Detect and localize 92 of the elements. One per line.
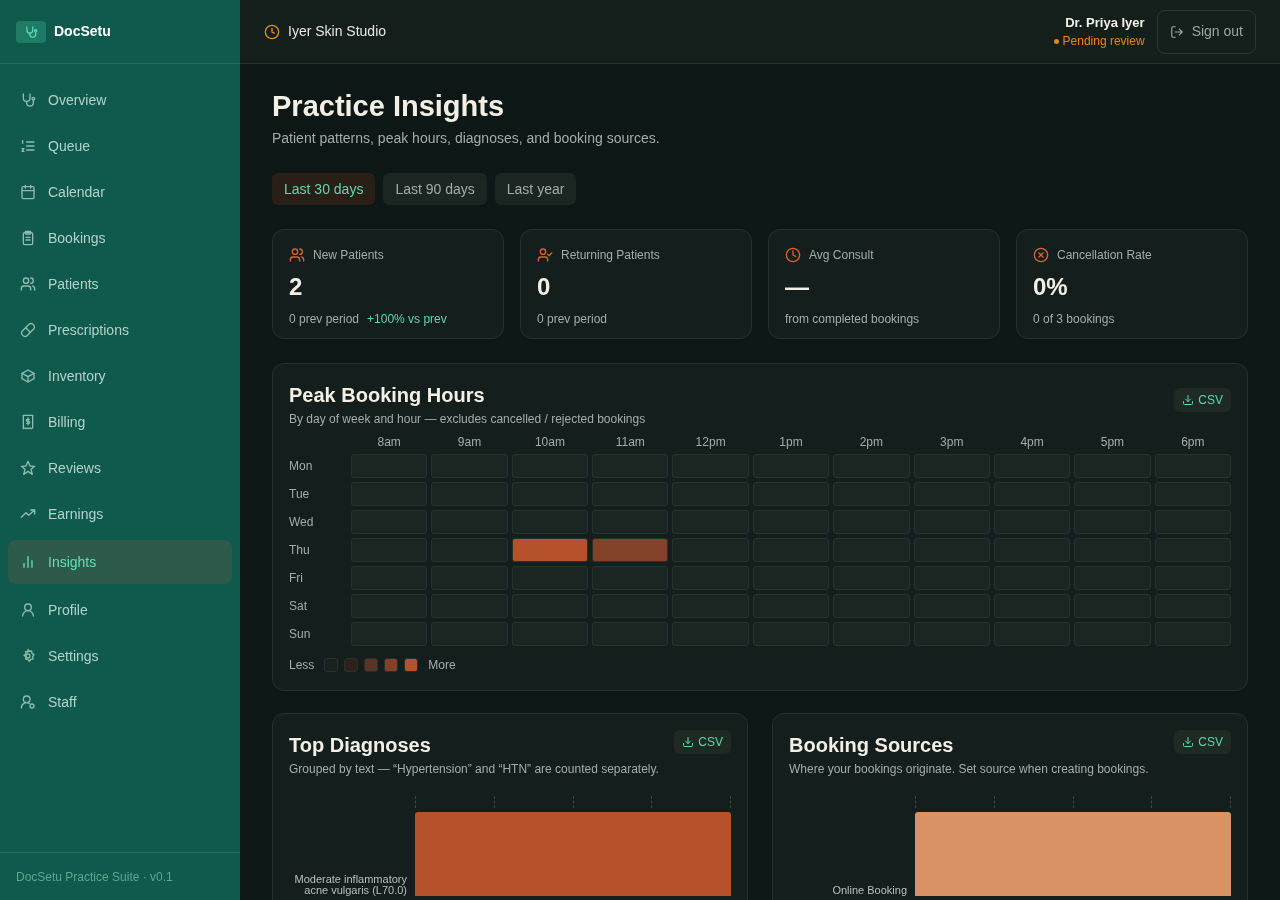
user-icon <box>20 602 36 618</box>
stat-note: 0 prev period <box>537 311 608 328</box>
stat-value: — <box>785 272 810 302</box>
nav-item[interactable]: Insights <box>8 540 232 584</box>
user-check-icon <box>537 247 553 263</box>
nav-item[interactable]: Profile <box>8 590 232 630</box>
stat-label: Avg Consult <box>809 247 874 264</box>
legend-label: Less <box>289 657 315 674</box>
day-label: Fri <box>289 570 304 587</box>
csv-download-button[interactable]: CSV <box>674 730 731 754</box>
user-settings-icon <box>20 694 36 710</box>
hour-label: 4pm <box>1019 434 1045 450</box>
range-tab[interactable]: Last 30 days <box>272 173 376 205</box>
users-icon <box>20 276 36 292</box>
nav-item[interactable]: Bookings <box>8 218 232 258</box>
download-icon <box>1182 736 1195 748</box>
card-subtitle: Where your bookings originate. Set source when creating bookings. <box>789 761 1149 778</box>
nav-item[interactable]: Calendar <box>8 172 232 212</box>
page-title: Practice Insights <box>272 89 506 124</box>
stat-note: 0 prev period <box>289 311 360 328</box>
stat-note: from completed bookings <box>785 311 920 328</box>
stat-delta: +100% vs prev <box>367 311 447 328</box>
nav-item[interactable]: Reviews <box>8 448 232 488</box>
pill-icon <box>20 322 36 338</box>
range-tab[interactable]: Last year <box>494 173 577 205</box>
hour-label: 10am <box>533 434 566 450</box>
card-title: Top Diagnoses <box>289 733 432 758</box>
card-title: Peak Booking Hours <box>289 383 486 408</box>
sign-out-icon <box>1169 24 1184 39</box>
day-label: Tue <box>289 486 311 503</box>
nav-item[interactable]: Queue <box>8 126 232 166</box>
stat-note: 0 of 3 bookings <box>1033 311 1115 328</box>
receipt-icon <box>20 414 36 430</box>
stat-value: 2 <box>289 272 304 302</box>
nav-item[interactable]: Inventory <box>8 356 232 396</box>
box-icon <box>20 368 36 384</box>
status-text: Pending review <box>1062 33 1145 51</box>
hour-label: 11am <box>614 434 646 450</box>
clock-icon <box>785 247 801 263</box>
version-text: DocSetu Practice Suite · v0.1 <box>16 868 173 886</box>
hour-label: 3pm <box>939 434 965 450</box>
hour-label: 12pm <box>694 434 727 450</box>
x-circle-icon <box>1033 247 1049 263</box>
legend-label: More <box>428 657 456 674</box>
nav-item[interactable]: Earnings <box>8 494 232 534</box>
stat-label: Cancellation Rate <box>1057 247 1152 264</box>
bar-chart-icon <box>20 554 36 570</box>
csv-download-button[interactable]: CSV <box>1174 388 1231 412</box>
user-name: Dr. Priya Iyer <box>1065 13 1145 32</box>
clinic-name: Iyer Skin Studio <box>288 22 387 41</box>
day-label: Sat <box>289 598 308 615</box>
range-tab[interactable]: Last 90 days <box>383 173 487 205</box>
nav-item[interactable]: Patients <box>8 264 232 304</box>
stat-value: 0 <box>537 272 552 302</box>
hour-label: 8am <box>376 434 402 450</box>
hour-label: 2pm <box>858 434 884 450</box>
clipboard-icon <box>20 230 36 246</box>
hour-label: 6pm <box>1180 434 1206 450</box>
numbered-list-icon <box>20 138 36 154</box>
stat-label: New Patients <box>313 247 384 264</box>
sign-out-button[interactable]: Sign out <box>1156 9 1256 54</box>
card-title: Booking Sources <box>789 733 955 758</box>
nav-item[interactable]: Staff <box>8 682 232 722</box>
hour-label: 1pm <box>778 434 804 450</box>
download-icon <box>1182 394 1195 406</box>
day-label: Sun <box>289 626 312 643</box>
users-icon <box>289 247 305 263</box>
clock-icon <box>264 23 280 40</box>
nav-item[interactable]: Settings <box>8 636 232 676</box>
day-label: Mon <box>289 458 314 475</box>
stethoscope-icon <box>16 20 46 43</box>
calendar-icon <box>20 184 36 200</box>
star-icon <box>20 460 36 476</box>
page-subtitle: Patient patterns, peak hours, diagnoses, and booking sources. <box>272 129 661 148</box>
day-label: Thu <box>289 542 311 559</box>
nav-item[interactable]: Prescriptions <box>8 310 232 350</box>
stat-value: 0% <box>1033 272 1069 302</box>
bar-label: Moderate inflammatory acne vulgaris (L70.0) <box>293 874 407 896</box>
day-label: Wed <box>289 514 315 531</box>
stethoscope-icon <box>20 92 36 108</box>
hour-label: 9am <box>456 434 483 450</box>
nav-item[interactable]: Billing <box>8 402 232 442</box>
download-icon <box>682 736 695 748</box>
bar-label: Online Booking <box>832 885 907 896</box>
brand-name: DocSetu <box>54 22 111 41</box>
csv-download-button[interactable]: CSV <box>1174 730 1231 754</box>
settings-icon <box>20 648 36 664</box>
stat-label: Returning Patients <box>561 247 660 264</box>
hour-label: 5pm <box>1099 434 1126 450</box>
nav-item[interactable]: Overview <box>8 80 232 120</box>
card-subtitle: By day of week and hour — excludes cancelled / rejected bookings <box>289 411 646 428</box>
card-subtitle: Grouped by text — “Hypertension” and “HTN” are counted separately. <box>289 761 659 778</box>
